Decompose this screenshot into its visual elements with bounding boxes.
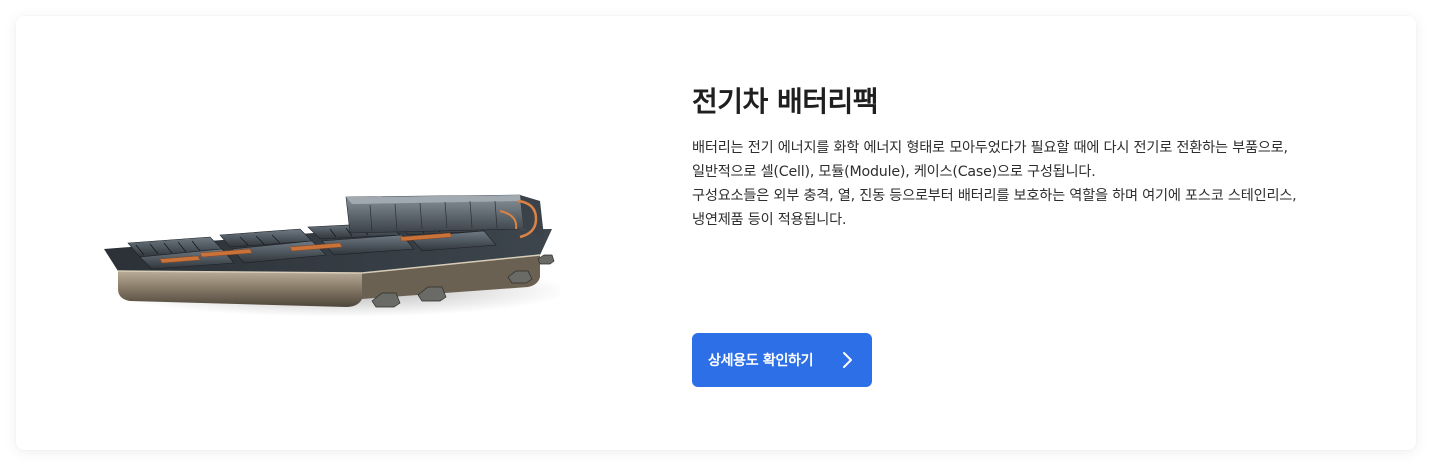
- product-card: 전기차 배터리팩 배터리는 전기 에너지를 화학 에너지 형태로 모아두었다가 …: [16, 16, 1416, 450]
- product-content: 전기차 배터리팩 배터리는 전기 에너지를 화학 에너지 형태로 모아두었다가 …: [692, 16, 1372, 450]
- section-title: 전기차 배터리팩: [692, 85, 879, 118]
- description-line: 배터리는 전기 에너지를 화학 에너지 형태로 모아두었다가 필요할 때에 다시…: [692, 140, 1288, 156]
- battery-pack-image: [100, 171, 570, 331]
- view-details-label: 상세용도 확인하기: [708, 353, 814, 369]
- description-line: 냉연제품 등이 적용됩니다.: [692, 212, 847, 228]
- chevron-right-icon: [840, 351, 854, 369]
- description-line: 구성요소들은 외부 충격, 열, 진동 등으로부터 배터리를 보호하는 역할을 …: [692, 188, 1297, 204]
- view-details-button[interactable]: 상세용도 확인하기: [692, 333, 872, 387]
- description-line: 일반적으로 셀(Cell), 모듈(Module), 케이스(Case)으로 구…: [692, 164, 1096, 180]
- section-description: 배터리는 전기 에너지를 화학 에너지 형태로 모아두었다가 필요할 때에 다시…: [692, 136, 1362, 232]
